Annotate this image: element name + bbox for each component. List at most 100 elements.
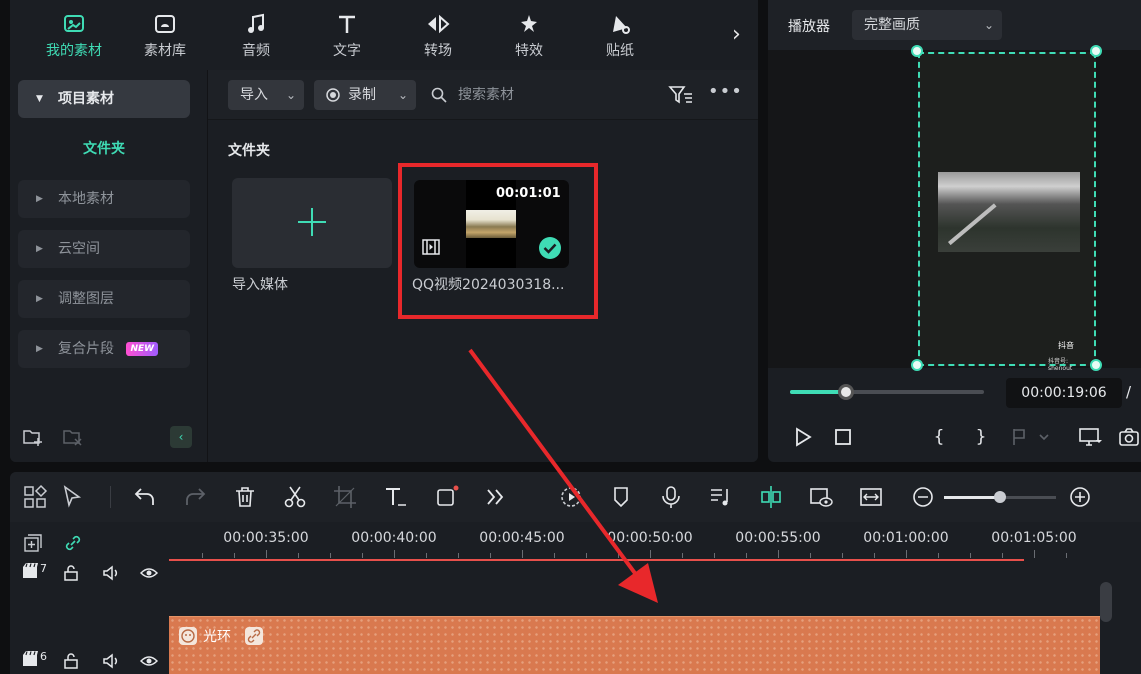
tabs-more-chevron-icon[interactable]: ›: [732, 22, 750, 47]
tab-effects[interactable]: 特效: [489, 12, 569, 64]
import-media-card[interactable]: [232, 178, 392, 268]
select-tool-button[interactable]: [60, 484, 86, 510]
tick-mark: [362, 553, 363, 558]
tick-mark: [970, 553, 971, 558]
timeline-ruler[interactable]: 00:00:35:00 00:00:40:00 00:00:45:00 00:00:5…: [169, 522, 1141, 562]
resize-handle-top-right[interactable]: [1090, 45, 1102, 57]
sidebar-item-cloud-space[interactable]: ▶ 云空间: [18, 230, 190, 268]
tab-transition[interactable]: 转场: [398, 12, 478, 64]
sidebar-item-compound-clip[interactable]: ▶ 复合片段 NEW: [18, 330, 190, 368]
voiceover-button[interactable]: [658, 484, 684, 510]
visibility-eye-icon[interactable]: [140, 652, 158, 670]
visibility-eye-icon[interactable]: [140, 564, 158, 582]
zoom-slider[interactable]: [944, 491, 1056, 503]
tick-mark: [1066, 553, 1067, 558]
lock-icon[interactable]: [62, 652, 80, 670]
zoom-knob[interactable]: [994, 491, 1006, 503]
fit-timeline-button[interactable]: [858, 484, 884, 510]
tick-mark: [746, 553, 747, 558]
volume-icon[interactable]: [102, 564, 120, 582]
tick-mark: [266, 550, 267, 558]
display-settings-icon[interactable]: [1078, 426, 1102, 448]
sidebar-item-folder[interactable]: 文件夹: [18, 132, 190, 166]
effects-icon: [521, 15, 537, 32]
render-preview-button[interactable]: [558, 484, 584, 510]
sidebar-item-label: 项目素材: [58, 91, 114, 107]
transition-icon: [428, 14, 450, 34]
tick-mark: [938, 553, 939, 558]
resize-handle-bottom-left[interactable]: [911, 359, 923, 371]
more-options-icon[interactable]: •••: [708, 83, 742, 106]
tick-mark: [586, 553, 587, 558]
playback-progress-slider[interactable]: [790, 384, 984, 400]
play-icon[interactable]: [792, 426, 814, 448]
delete-folder-icon[interactable]: [62, 426, 84, 448]
crop-button[interactable]: [332, 484, 358, 510]
mark-out-button[interactable]: }: [970, 426, 992, 448]
timeline-vertical-scrollbar[interactable]: [1100, 582, 1112, 622]
player-panel: 播放器 完整画质 ⌄ 抖音 抖音号: shenout 00:00:19:06 /…: [768, 0, 1141, 462]
tab-stock-library[interactable]: 素材库: [125, 12, 205, 64]
audio-mix-button[interactable]: [708, 484, 734, 510]
progress-knob[interactable]: [838, 384, 855, 400]
record-label: 录制: [348, 87, 376, 103]
track-header-6: 6: [10, 646, 169, 674]
track-number: 7: [40, 562, 47, 575]
tab-audio[interactable]: 音频: [216, 12, 296, 64]
tick-mark: [618, 553, 619, 558]
sidebar-item-local-media[interactable]: ▶ 本地素材: [18, 180, 190, 218]
chevron-down-icon: ⌄: [983, 18, 994, 32]
tab-label: 音频: [242, 43, 270, 59]
plus-icon: [298, 208, 326, 236]
tab-text[interactable]: 文字: [307, 12, 387, 64]
sidebar-item-project-media[interactable]: ▼ 项目素材: [18, 80, 190, 118]
marker-dropdown-icon[interactable]: [1010, 426, 1050, 448]
stop-icon[interactable]: [832, 426, 854, 448]
lock-icon[interactable]: [62, 564, 80, 582]
undo-button[interactable]: [132, 484, 158, 510]
delete-button[interactable]: [232, 484, 258, 510]
quality-dropdown[interactable]: 完整画质 ⌄: [852, 10, 1002, 40]
microphone-icon: [662, 486, 680, 508]
mark-in-button[interactable]: {: [928, 426, 950, 448]
layout-button[interactable]: [22, 484, 48, 510]
record-dropdown[interactable]: 录制 ⌄: [314, 80, 416, 110]
media-content: 导入 ⌄ 录制 ⌄ ••• 文件夹 导入媒体 00:01:01 QQ视频2024…: [208, 70, 758, 462]
snap-button[interactable]: [758, 484, 784, 510]
add-track-icon[interactable]: [24, 534, 42, 552]
redo-button[interactable]: [182, 484, 208, 510]
collapse-sidebar-button[interactable]: ‹: [170, 426, 192, 448]
import-dropdown[interactable]: 导入 ⌄: [228, 80, 304, 110]
sidebar-footer: ‹: [22, 426, 192, 450]
zoom-out-button[interactable]: [910, 484, 936, 510]
sidebar-item-adjustment-layer[interactable]: ▶ 调整图层: [18, 280, 190, 318]
sidebar-item-label: 本地素材: [58, 191, 114, 207]
preview-quality-button[interactable]: [808, 484, 834, 510]
tick-mark: [426, 553, 427, 558]
shape-button[interactable]: [434, 484, 460, 510]
search-input[interactable]: [458, 80, 658, 110]
timeline-toolbar: [10, 472, 1141, 522]
more-tools-button[interactable]: [482, 484, 508, 510]
split-button[interactable]: [282, 484, 308, 510]
resize-handle-bottom-right[interactable]: [1090, 359, 1102, 371]
selection-frame[interactable]: 抖音 抖音号: shenout: [918, 52, 1096, 372]
effect-link-icon: [245, 627, 263, 645]
zoom-in-button[interactable]: [1067, 484, 1093, 510]
tab-sticker[interactable]: 贴纸: [580, 12, 660, 64]
preview-canvas[interactable]: 抖音 抖音号: shenout: [768, 45, 1141, 372]
tick-mark: [778, 550, 779, 558]
effect-clip[interactable]: 光环: [169, 616, 1100, 674]
marker-button[interactable]: [608, 484, 634, 510]
track-7-lane[interactable]: [169, 562, 1109, 616]
link-icon[interactable]: [64, 534, 82, 552]
new-folder-icon[interactable]: [22, 426, 44, 448]
text-tool-button[interactable]: [382, 484, 408, 510]
filter-icon[interactable]: [668, 84, 694, 106]
resize-handle-top-left[interactable]: [911, 45, 923, 57]
volume-icon[interactable]: [102, 652, 120, 670]
snapshot-camera-icon[interactable]: [1118, 426, 1140, 448]
tab-my-media[interactable]: 我的素材: [34, 12, 114, 64]
track-6-lane[interactable]: 光环: [169, 616, 1109, 674]
redo-icon: [186, 488, 206, 505]
